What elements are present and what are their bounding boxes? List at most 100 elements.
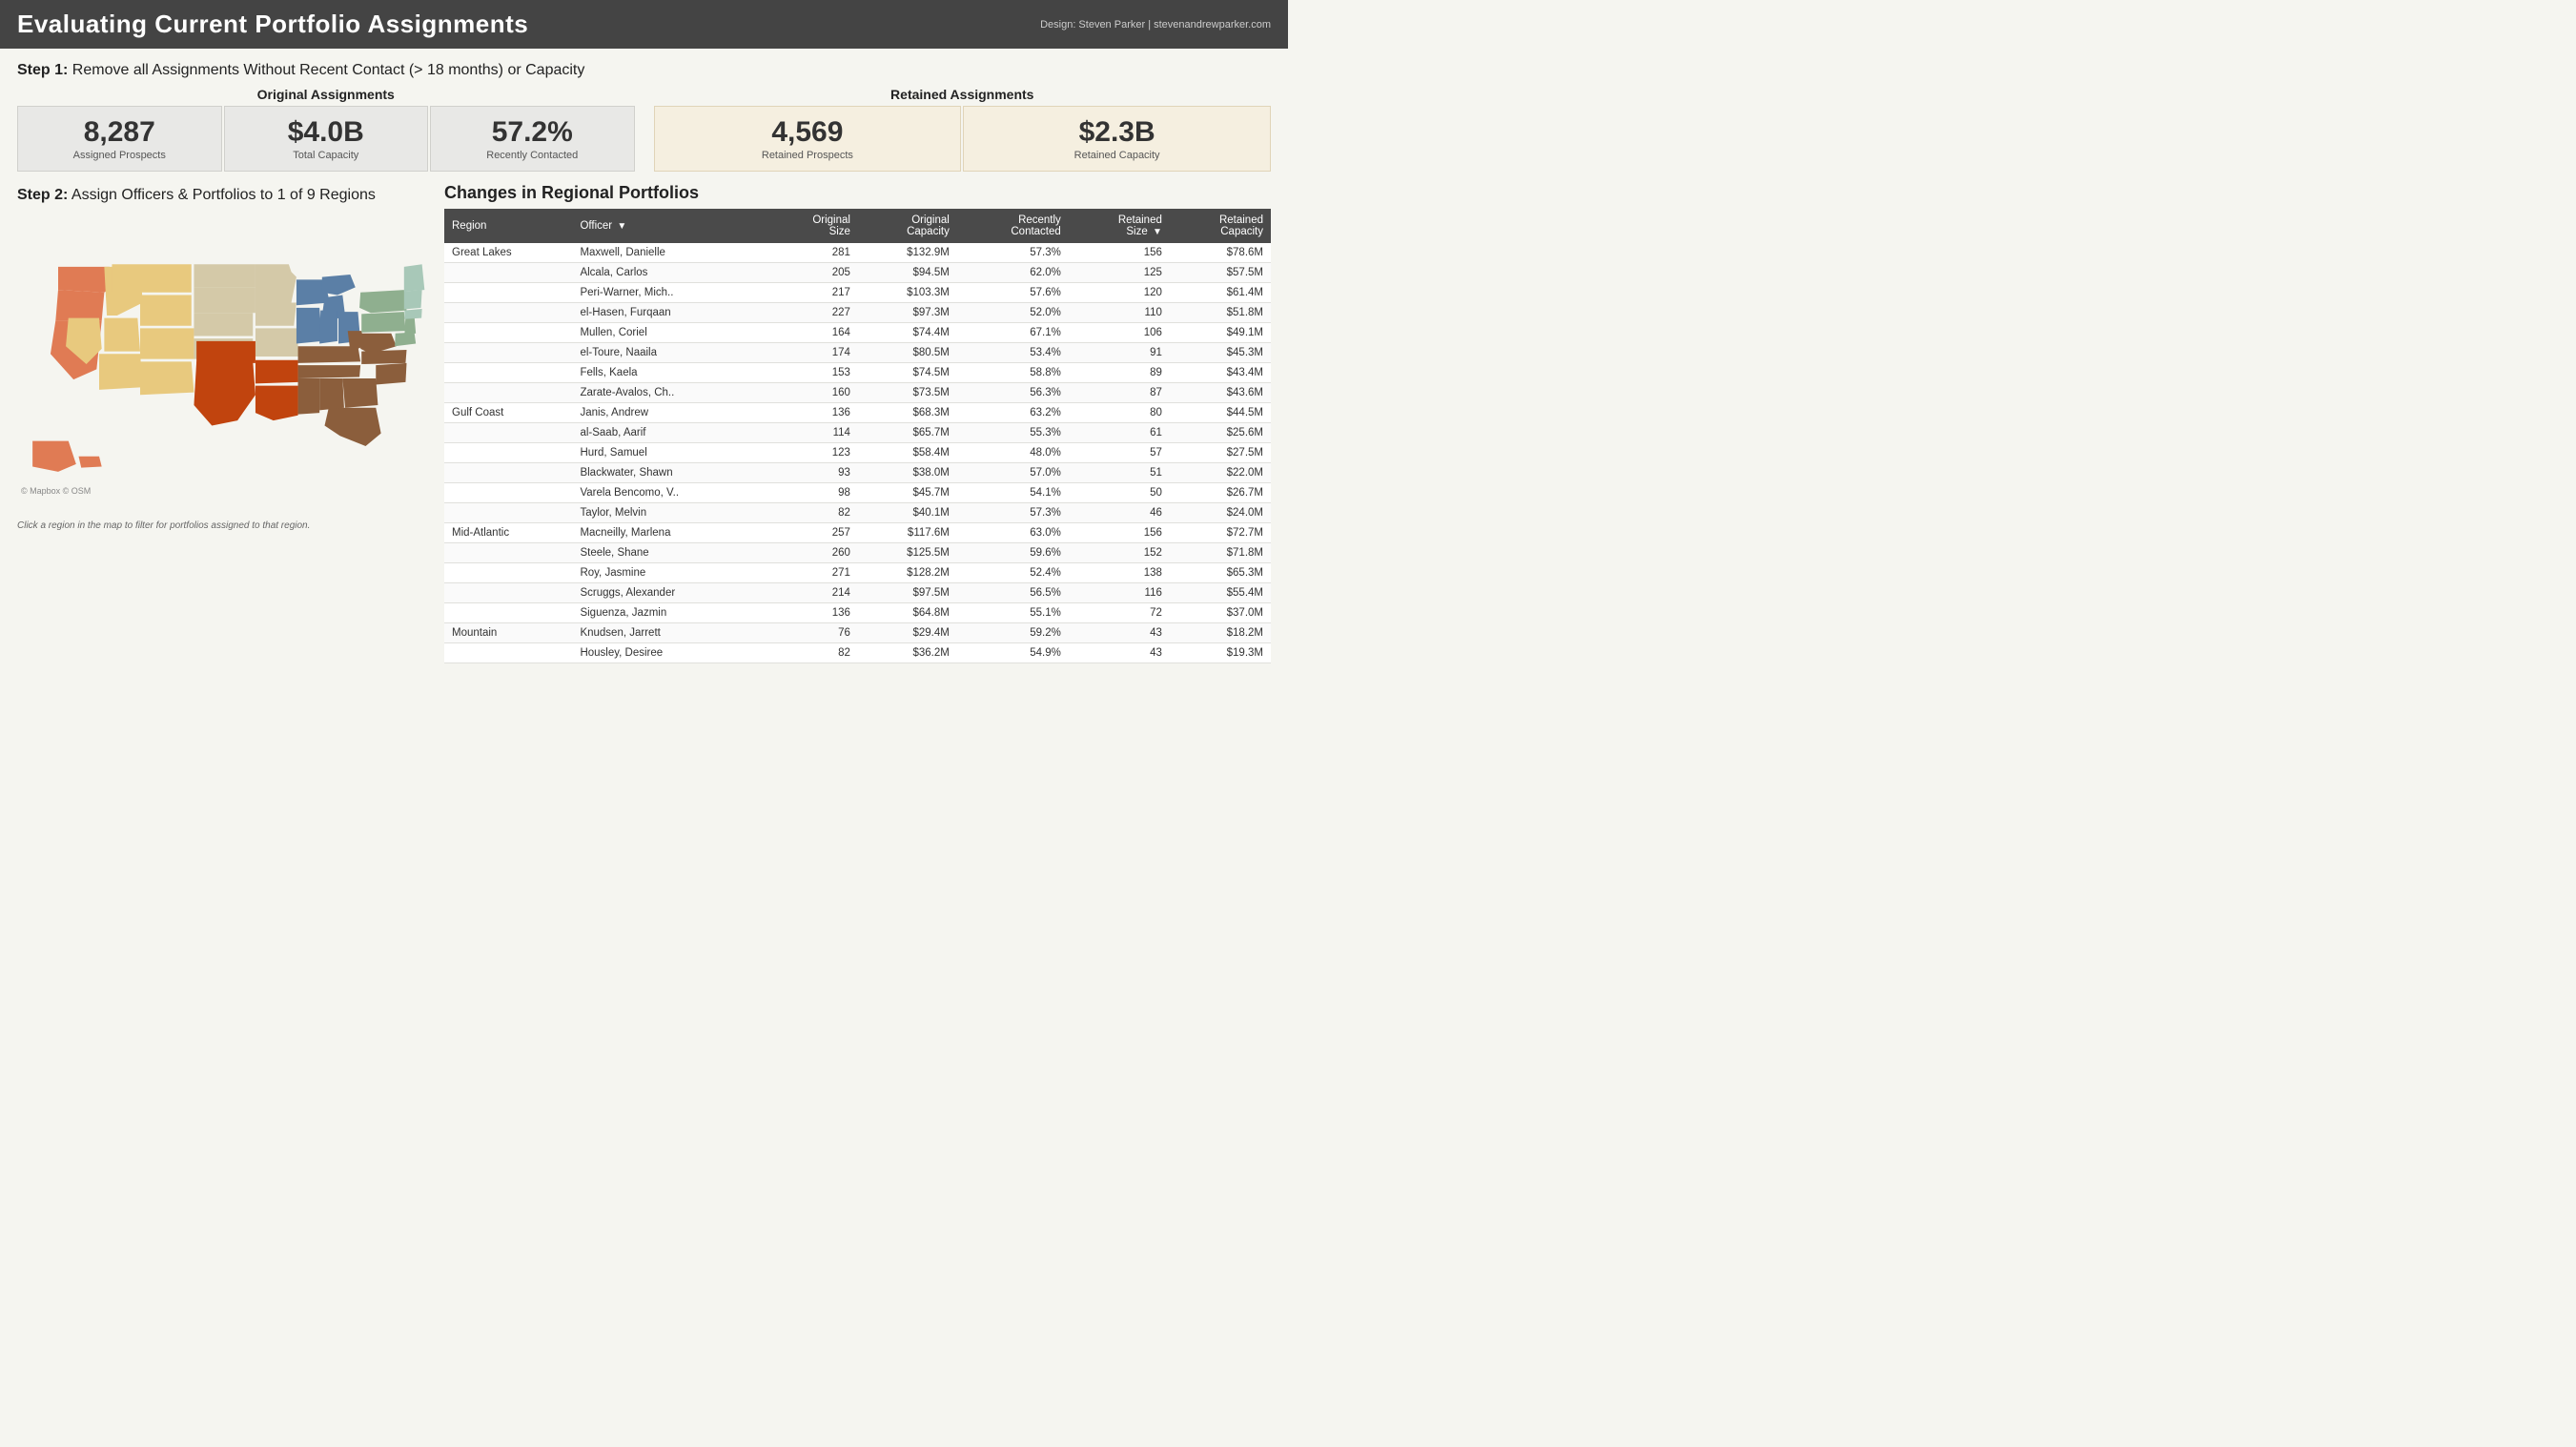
table-row: Gulf CoastJanis, Andrew136$68.3M63.2%80$… — [444, 403, 1271, 423]
cell-original-capacity: $97.3M — [858, 303, 957, 323]
table-row: Peri-Warner, Mich..217$103.3M57.6%120$61… — [444, 283, 1271, 303]
cell-retained-capacity: $57.5M — [1170, 263, 1271, 283]
cell-recently-contacted: 55.3% — [957, 423, 1069, 443]
state-hi[interactable] — [79, 457, 102, 468]
cell-officer: Janis, Andrew — [572, 403, 767, 423]
cell-officer: Siguenza, Jazmin — [572, 603, 767, 623]
state-sc[interactable] — [376, 363, 406, 385]
cell-original-size: 76 — [767, 623, 858, 643]
state-fl[interactable] — [325, 408, 381, 446]
state-ms[interactable] — [298, 378, 320, 415]
cell-officer: Macneilly, Marlena — [572, 523, 767, 543]
cell-original-capacity: $64.8M — [858, 603, 957, 623]
cell-officer: Fells, Kaela — [572, 363, 767, 383]
state-wa[interactable] — [58, 267, 112, 293]
cell-original-size: 160 — [767, 383, 858, 403]
cell-retained-size: 80 — [1069, 403, 1170, 423]
state-ia[interactable] — [256, 303, 296, 326]
state-pa[interactable] — [361, 312, 405, 333]
table-title: Changes in Regional Portfolios — [444, 183, 1271, 203]
cell-recently-contacted: 63.2% — [957, 403, 1069, 423]
kpi-recently-contacted: 57.2% Recently Contacted — [430, 106, 635, 172]
table-row: Housley, Desiree82$36.2M54.9%43$19.3M — [444, 643, 1271, 663]
kpi-section: Original Assignments 8,287 Assigned Pros… — [17, 87, 1271, 172]
state-al[interactable] — [319, 378, 344, 410]
cell-retained-size: 72 — [1069, 603, 1170, 623]
col-officer: Officer ▼ — [572, 209, 767, 243]
cell-region: Mountain — [444, 623, 572, 643]
state-or[interactable] — [55, 290, 104, 320]
us-map-svg[interactable] — [17, 212, 427, 517]
cell-original-size: 136 — [767, 603, 858, 623]
cell-original-capacity: $80.5M — [858, 343, 957, 363]
map-container[interactable]: © Mapbox © OSM — [17, 212, 427, 517]
header-credit: Design: Steven Parker | stevenandrewpark… — [1040, 19, 1271, 31]
state-mi-upper[interactable] — [322, 275, 356, 296]
state-in[interactable] — [319, 311, 337, 344]
state-mn[interactable] — [256, 264, 296, 302]
cell-retained-size: 152 — [1069, 543, 1170, 563]
cell-recently-contacted: 57.0% — [957, 463, 1069, 483]
cell-retained-capacity: $18.2M — [1170, 623, 1271, 643]
cell-original-capacity: $73.5M — [858, 383, 957, 403]
retained-size-filter-icon[interactable]: ▼ — [1153, 227, 1162, 237]
state-co[interactable] — [140, 328, 194, 358]
state-md[interactable] — [395, 333, 416, 347]
cell-officer: el-Toure, Naaila — [572, 343, 767, 363]
cell-recently-contacted: 59.2% — [957, 623, 1069, 643]
state-ky[interactable] — [298, 346, 361, 363]
state-mo[interactable] — [256, 328, 299, 357]
cell-officer: Roy, Jasmine — [572, 563, 767, 583]
cell-officer: Hurd, Samuel — [572, 443, 767, 463]
cell-recently-contacted: 63.0% — [957, 523, 1069, 543]
cell-original-capacity: $97.5M — [858, 583, 957, 603]
cell-original-capacity: $36.2M — [858, 643, 957, 663]
table-section: Changes in Regional Portfolios Region Of… — [444, 183, 1271, 663]
state-az[interactable] — [99, 354, 143, 390]
cell-original-size: 260 — [767, 543, 858, 563]
state-ga[interactable] — [342, 378, 378, 408]
step2-label: Step 2: Assign Officers & Portfolios to … — [17, 187, 427, 204]
state-mt[interactable] — [112, 264, 191, 293]
cell-officer: Peri-Warner, Mich.. — [572, 283, 767, 303]
cell-recently-contacted: 57.6% — [957, 283, 1069, 303]
cell-original-size: 214 — [767, 583, 858, 603]
state-ny[interactable] — [359, 290, 406, 313]
state-wy[interactable] — [140, 295, 192, 325]
state-il[interactable] — [296, 308, 322, 344]
cell-retained-capacity: $26.7M — [1170, 483, 1271, 503]
state-la[interactable] — [256, 386, 298, 421]
state-tn[interactable] — [298, 365, 361, 378]
cell-region — [444, 443, 572, 463]
cell-retained-capacity: $78.6M — [1170, 243, 1271, 263]
state-nm[interactable] — [140, 361, 194, 395]
map-copyright: © Mapbox © OSM — [21, 486, 91, 496]
state-me[interactable] — [404, 264, 425, 291]
state-ar[interactable] — [256, 360, 298, 384]
table-header-row: Region Officer ▼ OriginalSize OriginalCa… — [444, 209, 1271, 243]
cell-retained-capacity: $55.4M — [1170, 583, 1271, 603]
col-recently-contacted: RecentlyContacted — [957, 209, 1069, 243]
state-ut[interactable] — [104, 318, 140, 352]
state-sd[interactable] — [194, 287, 256, 313]
state-ma[interactable] — [404, 309, 421, 319]
state-ak[interactable] — [32, 441, 76, 472]
state-nh-vt[interactable] — [404, 290, 422, 309]
cell-retained-capacity: $45.3M — [1170, 343, 1271, 363]
state-tx[interactable] — [194, 361, 256, 425]
cell-retained-size: 61 — [1069, 423, 1170, 443]
kpi-total-capacity: $4.0B Total Capacity — [224, 106, 429, 172]
state-nd[interactable] — [194, 264, 256, 287]
cell-retained-size: 91 — [1069, 343, 1170, 363]
main-content: Step 1: Remove all Assignments Without R… — [0, 49, 1288, 673]
table-row: el-Toure, Naaila174$80.5M53.4%91$45.3M — [444, 343, 1271, 363]
state-ok[interactable] — [196, 341, 256, 363]
kpi-assigned-prospects: 8,287 Assigned Prospects — [17, 106, 222, 172]
cell-original-size: 257 — [767, 523, 858, 543]
officer-filter-icon[interactable]: ▼ — [617, 221, 626, 232]
state-ne[interactable] — [194, 313, 253, 336]
kpi-assigned-prospects-label: Assigned Prospects — [31, 150, 208, 161]
cell-region — [444, 283, 572, 303]
cell-region: Gulf Coast — [444, 403, 572, 423]
state-nc[interactable] — [361, 350, 406, 364]
